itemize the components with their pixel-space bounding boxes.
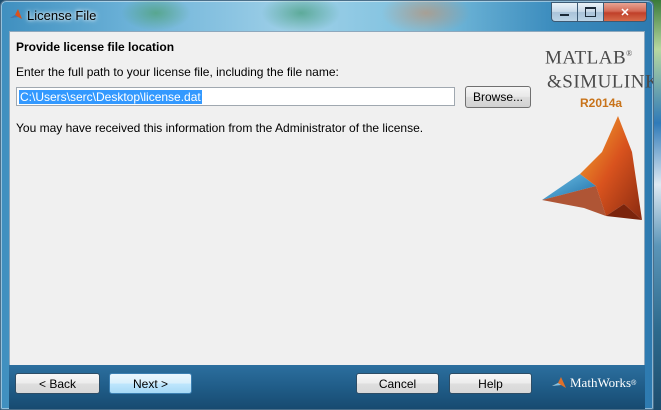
maximize-icon [585, 7, 596, 17]
administrator-note: You may have received this information f… [16, 121, 424, 135]
cancel-button[interactable]: Cancel [356, 373, 439, 394]
browse-button[interactable]: Browse... [465, 86, 531, 108]
brand-line1-mark: ® [626, 49, 633, 58]
mathworks-wordmark-mark: ® [631, 379, 637, 387]
next-button[interactable]: Next > [109, 373, 192, 394]
matlab-membrane-icon [542, 116, 642, 220]
brand-line2: &SIMULINK [547, 71, 654, 93]
license-path-value: C:\Users\serc\Desktop\license.dat [19, 89, 202, 104]
matlab-app-icon [10, 9, 22, 19]
help-button[interactable]: Help [449, 373, 532, 394]
back-button[interactable]: < Back [15, 373, 100, 394]
page-heading: Provide license file location [16, 40, 175, 54]
instruction-text: Enter the full path to your license file… [16, 65, 339, 79]
dialog-content: Provide license file location Enter the … [9, 31, 653, 366]
dialog-footer: < Back Next > Cancel Help MathWorks ® [9, 365, 645, 409]
close-button[interactable]: ✕ [603, 2, 647, 22]
window-title: License File [27, 8, 97, 23]
minimize-icon [560, 14, 569, 16]
release-label: R2014a [580, 96, 623, 110]
window-controls: ✕ [551, 2, 647, 22]
mathworks-wordmark: MathWorks [570, 375, 632, 390]
close-icon: ✕ [620, 6, 630, 19]
license-path-input[interactable]: C:\Users\serc\Desktop\license.dat [16, 87, 455, 106]
title-bar[interactable]: License File ✕ [1, 1, 653, 31]
minimize-button[interactable] [551, 2, 577, 22]
brand-line1: MATLAB [545, 47, 627, 69]
license-file-dialog: License File ✕ Provide license file loca… [0, 0, 654, 410]
matlab-simulink-logo: MATLAB® &SIMULINK® [545, 44, 653, 93]
mathworks-membrane-icon [552, 377, 566, 388]
maximize-button[interactable] [577, 2, 603, 22]
mathworks-logo: MathWorks ® [551, 375, 636, 391]
